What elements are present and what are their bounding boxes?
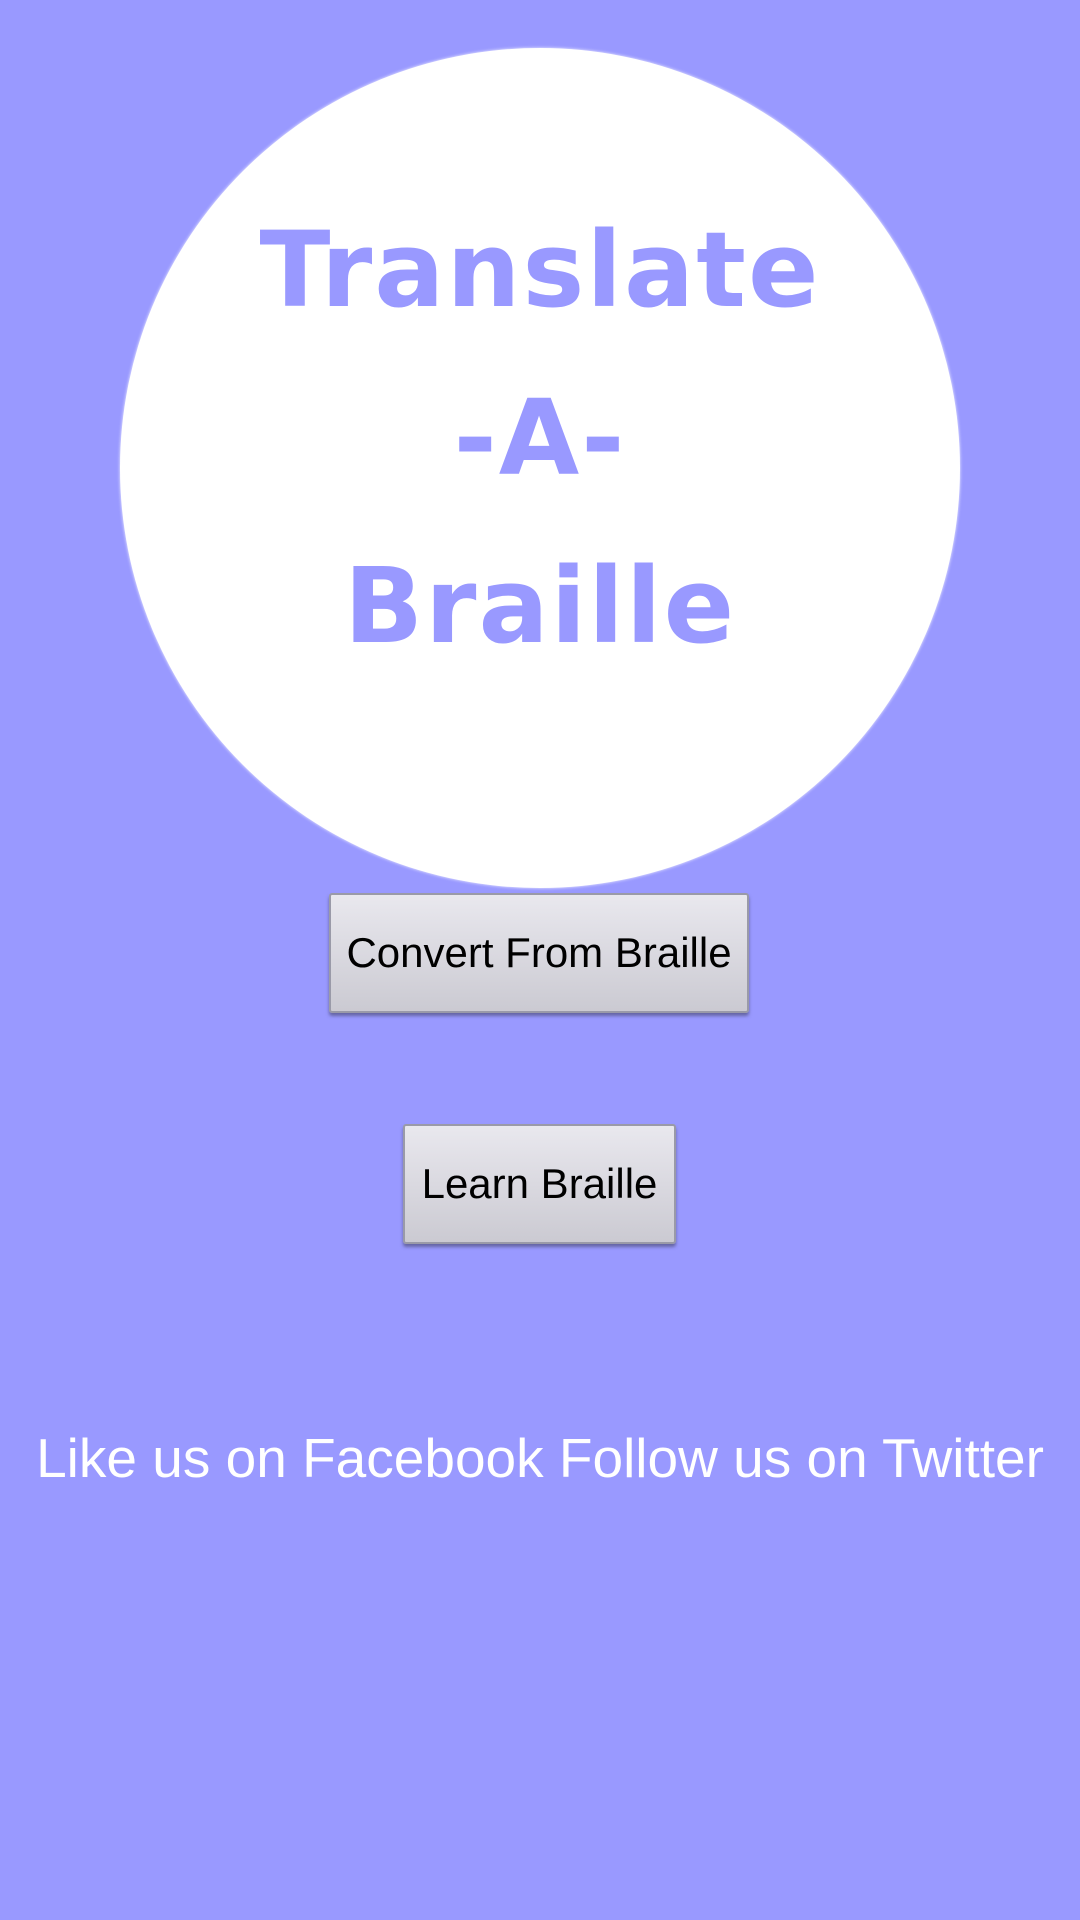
logo-text-a: -A- bbox=[453, 377, 627, 499]
logo-text-braille: Braille bbox=[343, 545, 737, 667]
learn-braille-button[interactable]: Learn Braille bbox=[403, 1124, 676, 1244]
app-logo: Translate -A- Braille bbox=[120, 48, 960, 888]
convert-from-braille-button[interactable]: Convert From Braille bbox=[329, 893, 749, 1013]
twitter-link[interactable]: Follow us on Twitter bbox=[559, 1427, 1044, 1489]
logo-text-translate: Translate bbox=[259, 209, 821, 331]
facebook-link[interactable]: Like us on Facebook bbox=[36, 1427, 544, 1489]
social-links: Like us on Facebook Follow us on Twitter bbox=[0, 1420, 1080, 1496]
